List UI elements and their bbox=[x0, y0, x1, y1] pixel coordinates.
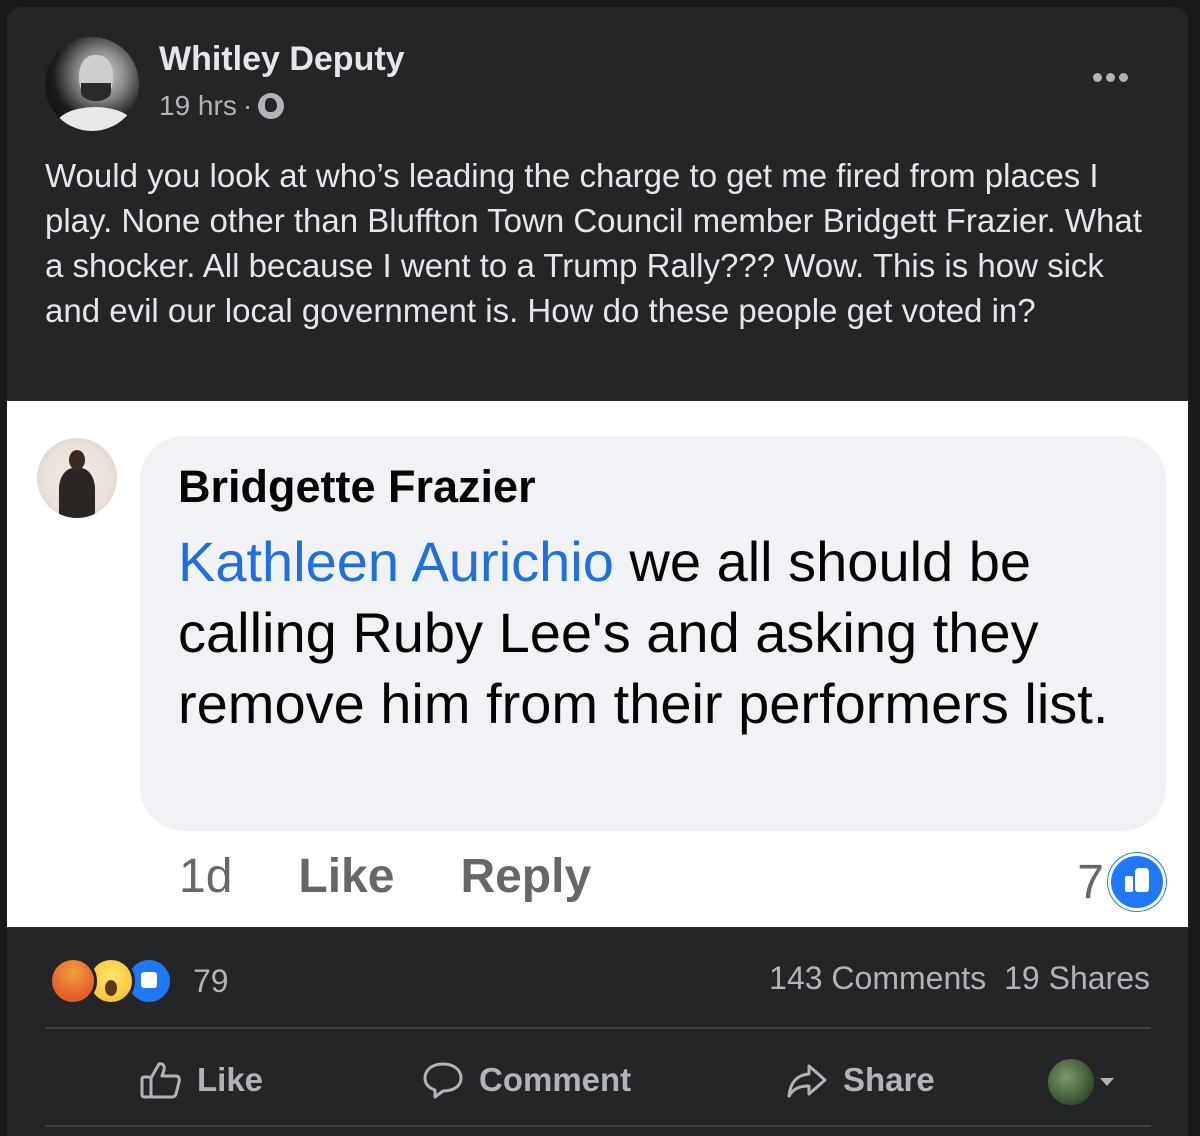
globe-icon[interactable] bbox=[258, 93, 285, 119]
more-dot bbox=[1119, 73, 1128, 82]
avatar-body bbox=[59, 468, 95, 518]
post-author-name[interactable]: Whitley Deputy bbox=[159, 40, 405, 79]
author-avatar[interactable] bbox=[45, 37, 139, 131]
avatar-head bbox=[69, 450, 85, 470]
comment-like-link: Like bbox=[298, 850, 395, 903]
share-count[interactable]: 19 Shares bbox=[1004, 960, 1150, 997]
reaction-count[interactable]: 79 bbox=[193, 963, 229, 1000]
avatar-beard bbox=[81, 83, 111, 101]
thumbs-up-icon bbox=[1108, 853, 1166, 911]
share-button-label: Share bbox=[843, 1061, 935, 1098]
comment-bubble: Bridgette Frazier Kathleen Aurichio we a… bbox=[140, 436, 1166, 831]
reaction-summary[interactable]: 79 bbox=[49, 957, 229, 1005]
meta-separator: · bbox=[242, 90, 253, 121]
comment-reply-link: Reply bbox=[460, 850, 592, 903]
comment-like-count-value: 7 bbox=[1077, 855, 1104, 909]
like-button[interactable]: Like bbox=[139, 1060, 263, 1100]
comment-button-label: Comment bbox=[479, 1061, 632, 1098]
viewer-avatar bbox=[1048, 1059, 1094, 1105]
thumbs-up-outline-icon bbox=[140, 1062, 181, 1099]
engagement-counts: 143 Comments 19 Shares bbox=[769, 960, 1150, 997]
embedded-comment-screenshot[interactable]: Bridgette Frazier Kathleen Aurichio we a… bbox=[7, 401, 1188, 927]
share-button[interactable]: Share bbox=[785, 1060, 935, 1100]
chevron-down-icon bbox=[1100, 1078, 1114, 1086]
comment-like-count: 7 bbox=[1077, 853, 1166, 911]
comment-text: Kathleen Aurichio we all should be calli… bbox=[178, 526, 1138, 739]
reaction-profile-selector[interactable] bbox=[1048, 1059, 1114, 1105]
more-options-icon[interactable] bbox=[1093, 73, 1128, 82]
divider bbox=[45, 1125, 1151, 1127]
post-text: Would you look at who’s leading the char… bbox=[45, 157, 1142, 329]
like-button-label: Like bbox=[197, 1061, 264, 1098]
share-arrow-icon bbox=[787, 1064, 827, 1098]
more-dot bbox=[1106, 73, 1115, 82]
comment-actions: 1d Like Reply bbox=[179, 849, 591, 904]
comment-bubble-icon bbox=[423, 1062, 463, 1099]
comment-time: 1d bbox=[179, 850, 233, 903]
comment-author-avatar bbox=[37, 438, 117, 518]
comment-count[interactable]: 143 Comments bbox=[769, 960, 986, 997]
more-dot bbox=[1093, 73, 1102, 82]
post-time[interactable]: 19 hrs bbox=[159, 90, 237, 122]
post-card: Whitley Deputy 19 hrs · Would you look a… bbox=[7, 7, 1188, 1136]
avatar-shirt bbox=[55, 107, 135, 131]
comment-button[interactable]: Comment bbox=[421, 1060, 631, 1100]
post-action-bar: Like Comment Share bbox=[45, 1037, 1151, 1123]
divider bbox=[45, 1027, 1151, 1029]
comment-mention: Kathleen Aurichio bbox=[178, 530, 614, 593]
angry-icon bbox=[49, 957, 97, 1005]
post-meta: 19 hrs · bbox=[159, 90, 285, 122]
comment-author-name: Bridgette Frazier bbox=[178, 461, 536, 512]
